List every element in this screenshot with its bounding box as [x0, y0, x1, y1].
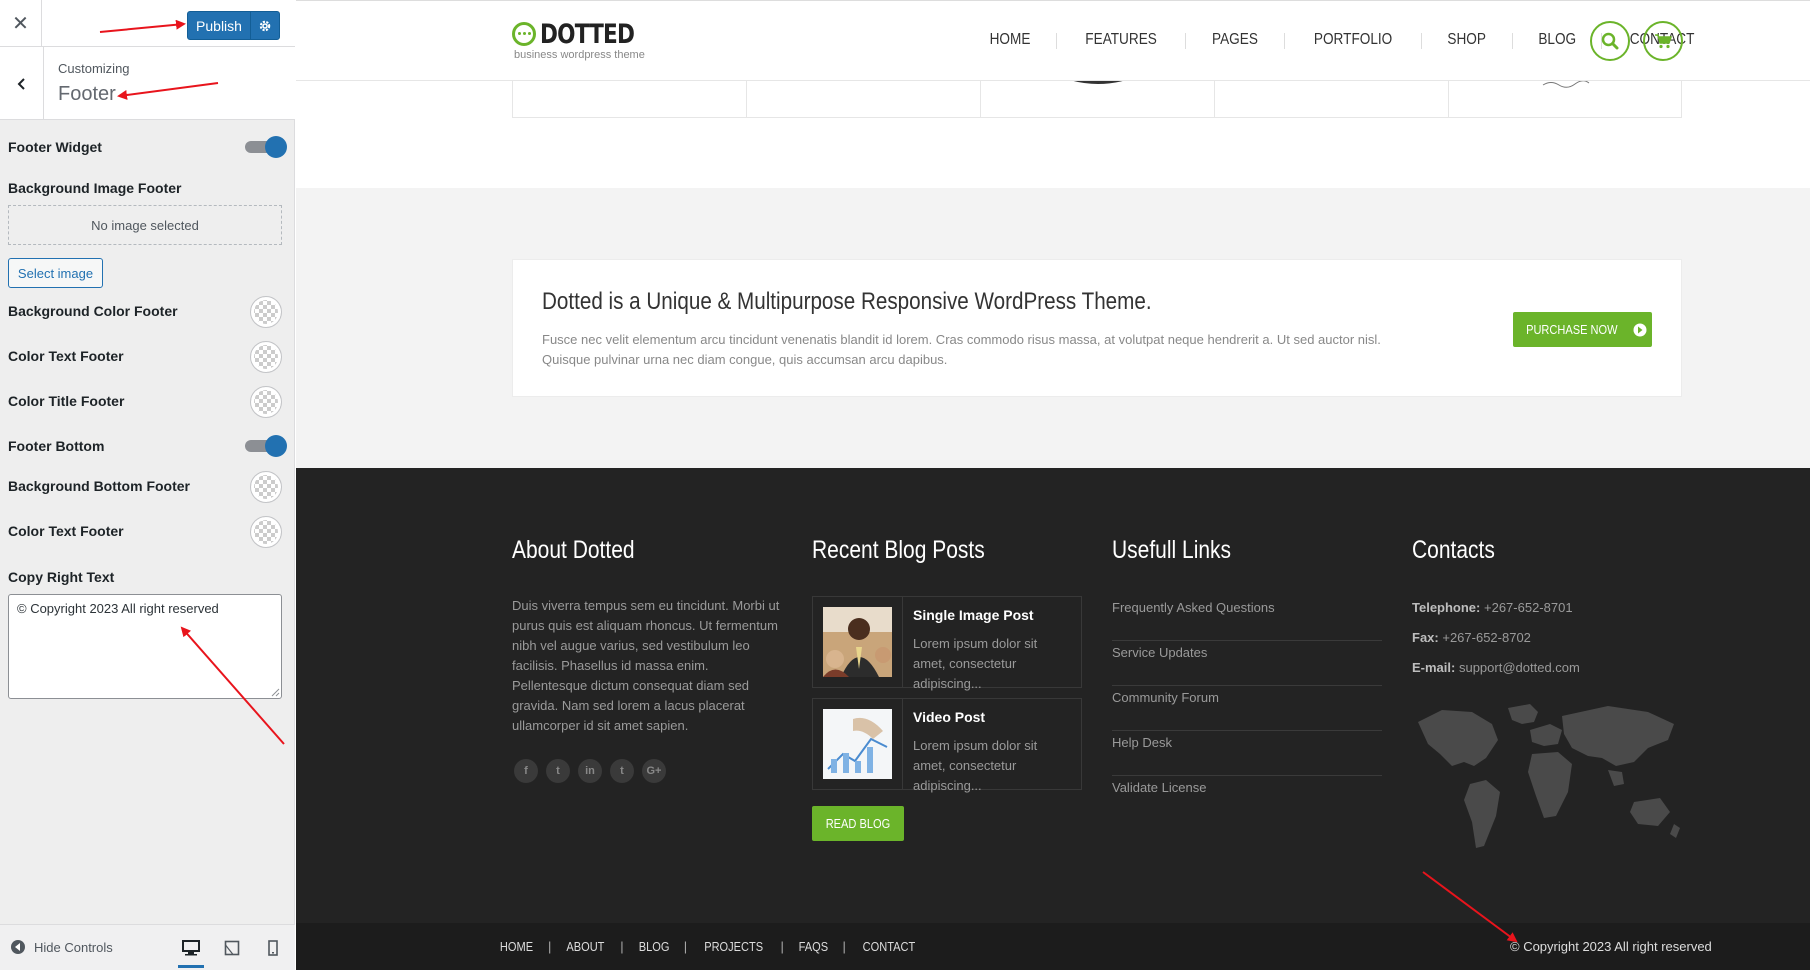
bg-color-footer-swatch[interactable]: [250, 296, 282, 328]
select-image-button[interactable]: Select image: [8, 258, 103, 288]
site-preview: DOTTED business wordpress theme HOME FEA…: [296, 0, 1810, 970]
hide-controls-button[interactable]: Hide Controls: [10, 939, 113, 955]
hide-controls-label: Hide Controls: [34, 939, 113, 955]
tablet-preview-icon[interactable]: [221, 937, 243, 959]
promo-box: Dotted is a Unique & Multipurpose Respon…: [512, 259, 1682, 397]
tumblr-icon[interactable]: t: [610, 759, 634, 783]
cart-icon[interactable]: [1643, 21, 1683, 61]
color-text-footer-2-swatch[interactable]: [250, 516, 282, 548]
google-plus-icon[interactable]: G+: [642, 759, 666, 783]
post-thumbnail-business-image: [823, 607, 892, 677]
close-icon[interactable]: ✕: [0, 0, 42, 47]
section-header: Customizing Footer: [0, 47, 295, 120]
read-blog-label: READ BLOG: [825, 816, 891, 831]
list-item[interactable]: Validate License: [1112, 776, 1382, 821]
copyright-text: © Copyright 2023 All right reserved: [1510, 939, 1712, 954]
contact-fax: Fax: +267-652-8702: [1412, 630, 1531, 645]
customizer-topbar: ✕ Publish: [0, 0, 295, 47]
footer-bottom-toggle[interactable]: [245, 435, 287, 457]
bg-bottom-footer-swatch[interactable]: [250, 471, 282, 503]
nav-pages[interactable]: PAGES: [1212, 31, 1258, 49]
contact-telephone: Telephone: +267-652-8701: [1412, 600, 1573, 615]
site-header: DOTTED business wordpress theme HOME FEA…: [296, 0, 1810, 81]
footer-nav-blog[interactable]: BLOG: [638, 939, 669, 954]
footer-bottom-label: Footer Bottom: [8, 438, 105, 454]
footer-nav-faqs[interactable]: FAQS: [798, 939, 827, 954]
blog-post[interactable]: Single Image Post Lorem ipsum dolor sit …: [812, 596, 1082, 691]
logo-tagline: business wordpress theme: [514, 49, 645, 61]
linkedin-icon[interactable]: in: [578, 759, 602, 783]
nav-portfolio[interactable]: PORTFOLIO: [1314, 31, 1392, 49]
section-title: Footer: [58, 83, 116, 105]
social-links: f t in t G+: [514, 759, 666, 783]
bg-image-footer-label: Background Image Footer: [8, 180, 182, 196]
site-footer: About Dotted Duis viverra tempus sem eu …: [296, 468, 1810, 923]
footer-nav-about[interactable]: ABOUT: [567, 939, 605, 954]
footer-nav-home[interactable]: HOME: [500, 939, 533, 954]
customizing-label: Customizing: [58, 61, 130, 76]
post-excerpt: Lorem ipsum dolor sit amet, consectetur …: [913, 738, 1038, 793]
footer-nav-contact[interactable]: CONTACT: [863, 939, 916, 954]
purchase-now-label: PURCHASE NOW: [1525, 322, 1618, 337]
back-icon[interactable]: [0, 47, 44, 120]
footer-bottom-bar: HOME | ABOUT | BLOG | PROJECTS | FAQS | CONTA…: [296, 923, 1810, 970]
mobile-preview-icon[interactable]: [262, 937, 284, 959]
publish-button[interactable]: Publish: [187, 11, 280, 40]
copy-right-textarea[interactable]: © Copyright 2023 All right reserved: [8, 594, 282, 699]
search-icon[interactable]: [1590, 21, 1630, 61]
list-item[interactable]: Frequently Asked Questions: [1112, 596, 1382, 641]
logo-dots-icon: [512, 22, 536, 46]
post-title[interactable]: Video Post: [913, 709, 985, 725]
purchase-now-button[interactable]: PURCHASE NOW: [1513, 312, 1652, 347]
list-item[interactable]: Help Desk: [1112, 731, 1382, 776]
post-excerpt: Lorem ipsum dolor sit amet, consectetur …: [913, 636, 1038, 691]
world-map-icon: [1418, 704, 1680, 848]
copy-right-text-label: Copy Right Text: [8, 569, 115, 585]
color-text-footer-label: Color Text Footer: [8, 348, 124, 364]
logo-text: DOTTED: [540, 19, 635, 50]
desktop-preview-icon[interactable]: [180, 937, 202, 959]
nav-blog[interactable]: BLOG: [1538, 31, 1576, 49]
useful-links-list: Frequently Asked Questions Service Updat…: [1112, 596, 1382, 821]
links-title: Usefull Links: [1112, 536, 1232, 564]
footer-widget-label: Footer Widget: [8, 139, 102, 155]
image-placeholder: No image selected: [8, 205, 282, 245]
bg-color-footer-label: Background Color Footer: [8, 303, 178, 319]
footer-nav-projects[interactable]: PROJECTS: [704, 939, 763, 954]
color-text-footer-2-label: Color Text Footer: [8, 523, 124, 539]
contacts-title: Contacts: [1412, 536, 1495, 564]
arrow-right-circle-icon: [1633, 323, 1647, 336]
read-blog-button[interactable]: READ BLOG: [812, 806, 904, 841]
facebook-icon[interactable]: f: [514, 759, 538, 783]
customizer-footer: Hide Controls: [0, 924, 295, 970]
list-item[interactable]: Community Forum: [1112, 686, 1382, 731]
arrow-left-circle-icon: [11, 940, 25, 954]
promo-text: Fusce nec velit elementum arcu tincidunt…: [542, 332, 1381, 367]
color-title-footer-swatch[interactable]: [250, 386, 282, 418]
resize-handle-icon[interactable]: [271, 688, 280, 697]
footer-nav: HOME | ABOUT | BLOG | PROJECTS | FAQS | CONTA…: [499, 939, 916, 954]
footer-widget-toggle[interactable]: [245, 136, 287, 158]
bg-bottom-footer-label: Background Bottom Footer: [8, 478, 190, 494]
nav-shop[interactable]: SHOP: [1448, 31, 1487, 49]
list-item[interactable]: Service Updates: [1112, 641, 1382, 686]
contact-email: E-mail: support@dotted.com: [1412, 660, 1580, 675]
promo-title: Dotted is a Unique & Multipurpose Respon…: [542, 288, 1152, 315]
about-text: Duis viverra tempus sem eu tincidunt. Mo…: [512, 598, 780, 733]
publish-label[interactable]: Publish: [188, 18, 250, 34]
blog-title: Recent Blog Posts: [812, 536, 985, 564]
nav-features[interactable]: FEATURES: [1085, 31, 1157, 49]
gear-icon[interactable]: [251, 19, 279, 33]
customizer-sidebar: ✕ Publish Customizing Footer Footer Widg…: [0, 0, 295, 970]
nav-home[interactable]: HOME: [990, 31, 1031, 49]
post-thumbnail-chart-image: [823, 709, 892, 779]
color-title-footer-label: Color Title Footer: [8, 393, 125, 409]
twitter-icon[interactable]: t: [546, 759, 570, 783]
about-title: About Dotted: [512, 536, 635, 564]
post-title[interactable]: Single Image Post: [913, 607, 1034, 623]
blog-post[interactable]: Video Post Lorem ipsum dolor sit amet, c…: [812, 698, 1082, 793]
color-text-footer-swatch[interactable]: [250, 341, 282, 373]
